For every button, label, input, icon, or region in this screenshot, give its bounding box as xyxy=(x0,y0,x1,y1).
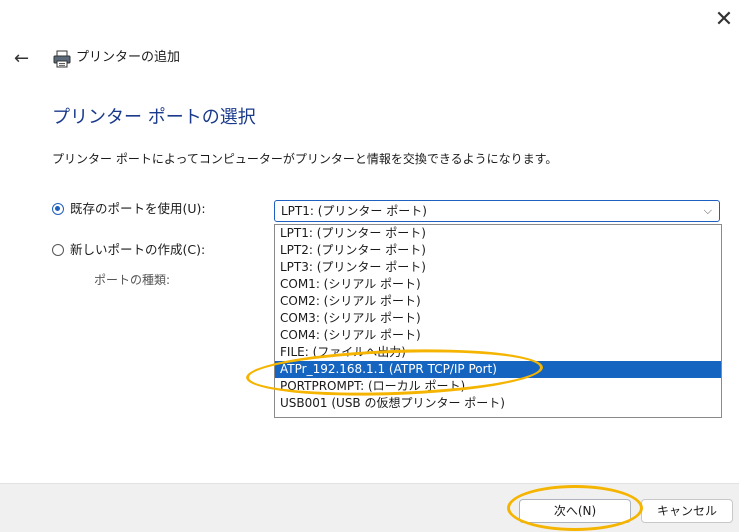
page-heading: プリンター ポートの選択 xyxy=(52,107,256,128)
back-arrow-icon[interactable]: ← xyxy=(14,48,36,70)
dropdown-option[interactable]: LPT1: (プリンター ポート) xyxy=(275,225,721,242)
dropdown-option[interactable]: LPT3: (プリンター ポート) xyxy=(275,259,721,276)
window-title: プリンターの追加 xyxy=(76,50,181,65)
close-icon[interactable]: ✕ xyxy=(712,8,736,32)
printer-icon xyxy=(52,50,72,68)
next-button[interactable]: 次へ(N) xyxy=(519,499,631,523)
page-description: プリンター ポートによってコンピューターがプリンターと情報を交換できるようになり… xyxy=(52,152,558,166)
create-new-port-radio[interactable] xyxy=(52,244,64,256)
port-dropdown-list: LPT1: (プリンター ポート) LPT2: (プリンター ポート) LPT3… xyxy=(274,224,722,418)
dropdown-option[interactable]: COM4: (シリアル ポート) xyxy=(275,327,721,344)
use-existing-port-label[interactable]: 既存のポートを使用(U): xyxy=(70,201,206,217)
dropdown-option[interactable]: LPT2: (プリンター ポート) xyxy=(275,242,721,259)
port-select[interactable]: LPT1: (プリンター ポート) ⌵ xyxy=(274,200,720,222)
dropdown-option[interactable]: USB001 (USB の仮想プリンター ポート) xyxy=(275,395,721,412)
cancel-button[interactable]: キャンセル xyxy=(641,499,733,523)
dropdown-option[interactable]: COM3: (シリアル ポート) xyxy=(275,310,721,327)
port-type-label: ポートの種類: xyxy=(94,273,171,287)
dropdown-option-highlighted[interactable]: ATPr_192.168.1.1 (ATPR TCP/IP Port) xyxy=(275,361,721,378)
dropdown-option[interactable]: PORTPROMPT: (ローカル ポート) xyxy=(275,378,721,395)
use-existing-port-radio[interactable] xyxy=(52,203,64,215)
dropdown-option[interactable]: COM2: (シリアル ポート) xyxy=(275,293,721,310)
dropdown-option[interactable]: FILE: (ファイルへ出力) xyxy=(275,344,721,361)
chevron-down-icon[interactable]: ⌵ xyxy=(704,202,712,220)
create-new-port-label[interactable]: 新しいポートの作成(C): xyxy=(70,242,205,258)
port-select-value: LPT1: (プリンター ポート) xyxy=(281,204,427,218)
dropdown-option[interactable]: COM1: (シリアル ポート) xyxy=(275,276,721,293)
